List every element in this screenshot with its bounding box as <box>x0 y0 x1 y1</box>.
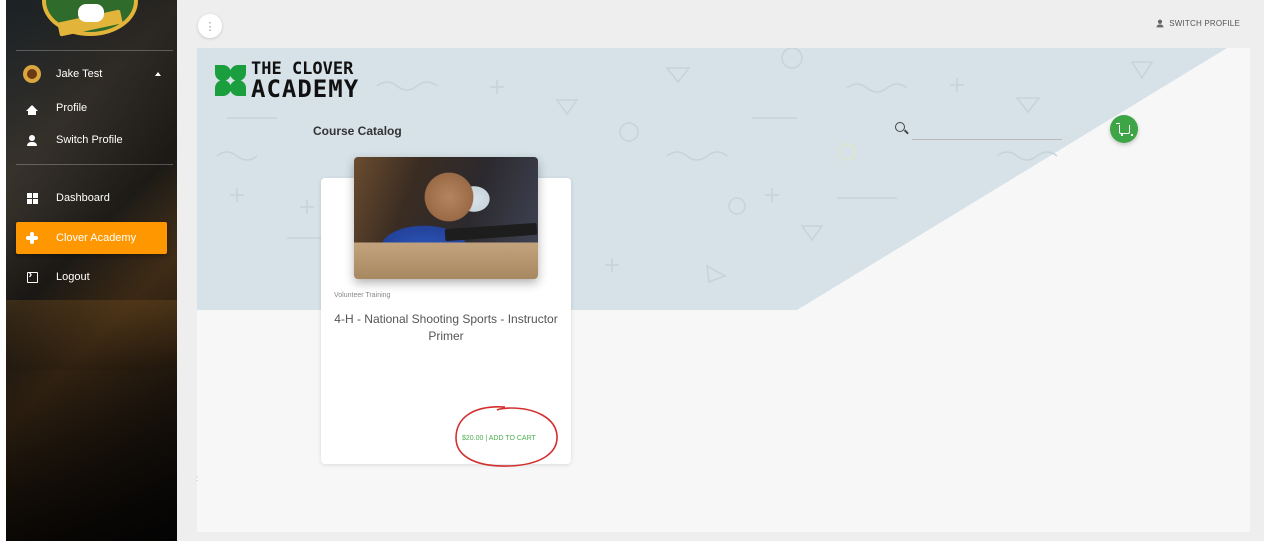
sidebar-item-profile[interactable]: Profile <box>16 94 173 122</box>
person-icon <box>27 134 37 146</box>
course-category: Volunteer Training <box>334 292 391 299</box>
annotation-circle <box>455 406 558 467</box>
clover-icon <box>78 4 104 22</box>
sidebar-item-logout[interactable]: Logout <box>16 263 173 291</box>
user-name: Jake Test <box>56 68 103 80</box>
logout-icon <box>26 269 38 283</box>
switch-profile-button[interactable]: SWITCH PROFILE <box>1155 18 1240 29</box>
brand-line-2: ACADEMY <box>251 74 360 103</box>
dashboard-icon <box>26 192 38 204</box>
clover-academy-logo: THE CLOVER ACADEMY <box>213 61 360 103</box>
kebab-icon: ⋮ <box>204 20 216 33</box>
menu-button[interactable]: ⋮ <box>198 14 222 38</box>
sidebar-item-switch-profile[interactable]: Switch Profile <box>16 126 173 154</box>
search-input[interactable] <box>912 118 1062 140</box>
user-menu-toggle[interactable]: Jake Test <box>16 60 173 88</box>
sidebar-item-dashboard[interactable]: Dashboard <box>16 184 173 212</box>
4h-logo <box>42 0 138 37</box>
resize-handle: : <box>196 474 199 483</box>
page-title: Course Catalog <box>313 124 402 138</box>
cart-button[interactable] <box>1110 115 1138 143</box>
course-image[interactable] <box>354 157 538 279</box>
person-icon <box>1156 19 1164 28</box>
sidebar-item-label: Logout <box>56 271 90 283</box>
sidebar-item-clover-academy[interactable]: Clover Academy <box>16 222 167 254</box>
avatar <box>23 65 41 83</box>
cart-icon <box>1115 122 1133 136</box>
clover-icon <box>213 64 249 98</box>
home-icon <box>26 105 38 115</box>
search-icon[interactable] <box>895 122 905 132</box>
switch-profile-label: SWITCH PROFILE <box>1169 19 1240 28</box>
clover-plus-icon <box>26 232 38 244</box>
chevron-up-icon <box>155 72 161 76</box>
sidebar: Jake Test Profile Switch Profile Dashboa… <box>6 0 177 541</box>
sidebar-item-label: Dashboard <box>56 192 110 204</box>
sidebar-divider <box>16 50 173 51</box>
sidebar-divider <box>16 164 173 165</box>
sidebar-item-label: Profile <box>56 102 88 114</box>
sidebar-item-label: Switch Profile <box>56 134 123 146</box>
sidebar-item-label: Clover Academy <box>56 232 137 244</box>
course-title[interactable]: 4-H - National Shooting Sports - Instruc… <box>321 311 571 345</box>
